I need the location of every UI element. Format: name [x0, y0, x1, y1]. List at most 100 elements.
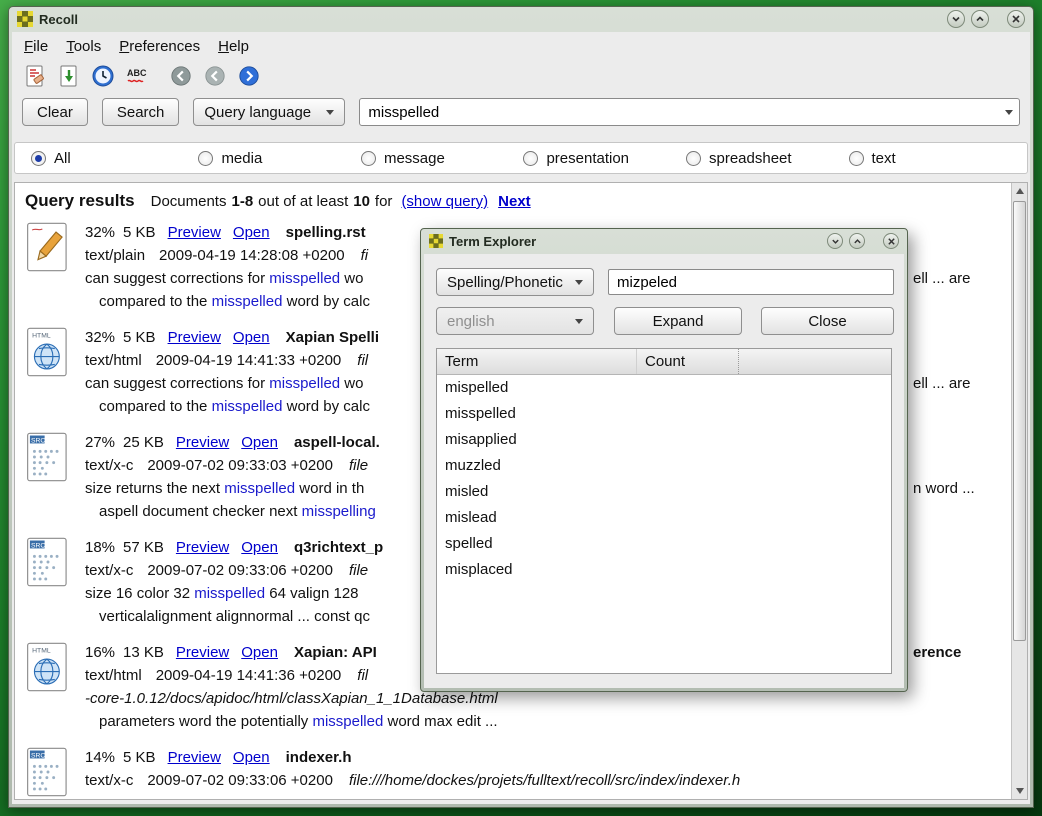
save-query-icon[interactable] — [56, 63, 82, 89]
result-title: aspell-local. — [294, 434, 380, 451]
source-icon: SRC — [25, 536, 71, 588]
expand-button[interactable]: Expand — [614, 307, 742, 335]
filter-option-All[interactable]: All — [31, 150, 198, 167]
scroll-down-button[interactable] — [1012, 783, 1027, 799]
shade-up-icon[interactable] — [849, 233, 865, 249]
open-link[interactable]: Open — [241, 434, 278, 451]
search-button[interactable]: Search — [102, 98, 180, 126]
menu-help[interactable]: Help — [218, 38, 249, 55]
recoll-logo-icon — [429, 234, 443, 248]
filter-option-media[interactable]: media — [198, 150, 361, 167]
term-row[interactable]: misplaced — [437, 557, 891, 583]
count-column-header[interactable]: Count — [637, 349, 739, 374]
term-column-header[interactable]: Term — [437, 349, 637, 374]
result-relevance: 14% — [85, 749, 115, 766]
result-text-fragment: n word ... — [913, 477, 975, 500]
filter-option-message[interactable]: message — [361, 150, 524, 167]
term-mode-select[interactable]: Spelling/Phonetic — [436, 268, 594, 296]
window-titlebar[interactable]: Recoll — [9, 7, 1033, 31]
result-body: 14%5 KBPreviewOpenindexer.htext/x-c2009-… — [85, 746, 1011, 798]
result-url: fil — [357, 667, 368, 684]
results-scrollbar[interactable] — [1011, 183, 1027, 799]
term-row[interactable]: spelled — [437, 531, 891, 557]
open-link[interactable]: Open — [241, 644, 278, 661]
next-page-link[interactable]: Next — [498, 193, 531, 210]
open-link[interactable]: Open — [233, 749, 270, 766]
menu-tools[interactable]: Tools — [66, 38, 101, 55]
term-input[interactable] — [608, 269, 894, 295]
preview-link[interactable]: Preview — [176, 539, 229, 556]
radio-icon[interactable] — [686, 151, 701, 166]
preview-link[interactable]: Preview — [176, 434, 229, 451]
page-next-icon[interactable] — [236, 63, 262, 89]
chevron-down-icon — [1005, 110, 1013, 115]
history-icon[interactable] — [90, 63, 116, 89]
term-row[interactable]: mislead — [437, 505, 891, 531]
show-query-link[interactable]: (show query) — [401, 193, 488, 210]
result-url: file:///home/dockes/projets/fulltext/rec… — [349, 772, 740, 789]
filter-option-presentation[interactable]: presentation — [523, 150, 686, 167]
chevron-down-icon — [575, 319, 583, 324]
dialog-titlebar[interactable]: Term Explorer — [421, 229, 907, 253]
result-relevance: 18% — [85, 539, 115, 556]
close-icon[interactable] — [1007, 10, 1025, 28]
term-row[interactable]: muzzled — [437, 453, 891, 479]
highlighted-term: misspelling — [302, 503, 376, 520]
snippet-text: wo — [340, 270, 363, 287]
clear-search-icon[interactable] — [22, 63, 48, 89]
snippet-text: compared to the — [99, 293, 212, 310]
html-icon: HTML — [25, 326, 71, 378]
highlighted-term: misspelled — [269, 270, 340, 287]
term-row[interactable]: mispelled — [437, 375, 891, 401]
shade-down-icon[interactable] — [827, 233, 843, 249]
term-row[interactable]: misspelled — [437, 401, 891, 427]
page-back-icon[interactable] — [168, 63, 194, 89]
menu-preferences[interactable]: Preferences — [119, 38, 200, 55]
radio-icon[interactable] — [198, 151, 213, 166]
shade-down-icon[interactable] — [947, 10, 965, 28]
query-dropdown-button[interactable] — [999, 99, 1019, 125]
close-dialog-button[interactable]: Close — [761, 307, 894, 335]
dialog-client: Spelling/Phonetic english Expand Close T… — [424, 254, 904, 688]
filter-label: spreadsheet — [709, 150, 792, 167]
page-previous-icon[interactable] — [202, 63, 228, 89]
language-select[interactable]: english — [436, 307, 594, 335]
result-relevance: 32% — [85, 224, 115, 241]
result-url: file — [349, 562, 368, 579]
results-range: 1-8 — [231, 193, 253, 210]
radio-icon[interactable] — [523, 151, 538, 166]
results-for-label: for — [375, 193, 393, 210]
snippet-text: aspell document checker next — [99, 503, 302, 520]
preview-link[interactable]: Preview — [168, 329, 221, 346]
spellcheck-icon[interactable]: ABC — [124, 63, 150, 89]
open-link[interactable]: Open — [233, 329, 270, 346]
filter-label: media — [221, 150, 262, 167]
close-icon[interactable] — [883, 233, 899, 249]
radio-icon[interactable] — [849, 151, 864, 166]
radio-icon[interactable] — [361, 151, 376, 166]
menu-file[interactable]: File — [24, 38, 48, 55]
triangle-up-icon — [1016, 188, 1024, 194]
term-row[interactable]: misapplied — [437, 427, 891, 453]
preview-link[interactable]: Preview — [168, 749, 221, 766]
open-link[interactable]: Open — [233, 224, 270, 241]
preview-link[interactable]: Preview — [176, 644, 229, 661]
query-input[interactable] — [360, 99, 999, 125]
result-title: q3richtext_p — [294, 539, 383, 556]
term-row[interactable]: misled — [437, 479, 891, 505]
radio-icon[interactable] — [31, 151, 46, 166]
scrollbar-thumb[interactable] — [1013, 201, 1026, 641]
term-explorer-dialog: Term Explorer Spelling/Phonetic english … — [420, 228, 908, 692]
query-language-select[interactable]: Query language — [193, 98, 345, 126]
filter-label: text — [872, 150, 896, 167]
snippet-text: word by calc — [282, 398, 370, 415]
filter-option-text[interactable]: text — [849, 150, 1012, 167]
snippet-text: word by calc — [282, 293, 370, 310]
open-link[interactable]: Open — [241, 539, 278, 556]
scroll-up-button[interactable] — [1012, 183, 1027, 199]
clear-button[interactable]: Clear — [22, 98, 88, 126]
shade-up-icon[interactable] — [971, 10, 989, 28]
filter-option-spreadsheet[interactable]: spreadsheet — [686, 150, 849, 167]
preview-link[interactable]: Preview — [168, 224, 221, 241]
snippet-text: compared to the — [99, 398, 212, 415]
